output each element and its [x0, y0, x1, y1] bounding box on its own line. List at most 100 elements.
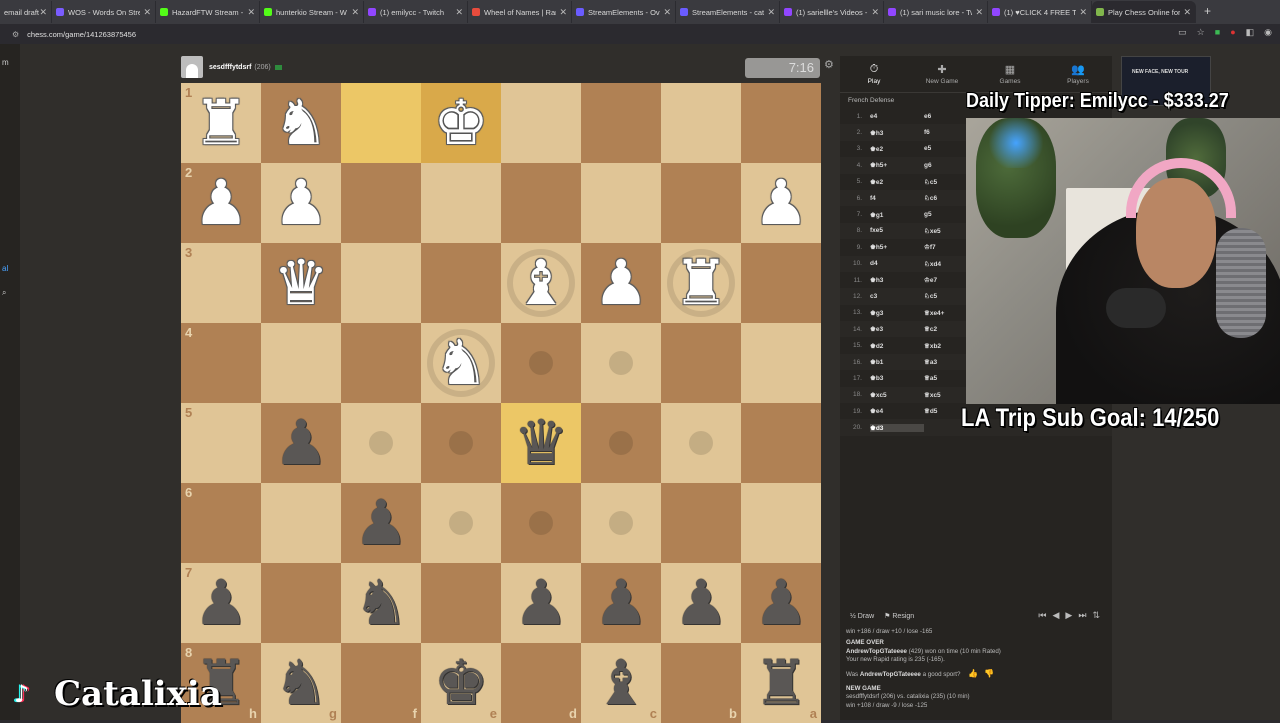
black-pawn-icon[interactable]: ♟	[181, 563, 261, 643]
black-pawn-icon[interactable]: ♟	[581, 563, 661, 643]
browser-tab[interactable]: (1) emilycc - Twitch ✕	[364, 1, 468, 23]
board-square[interactable]	[661, 163, 741, 243]
thumbs-down-icon[interactable]: 👎	[984, 669, 994, 678]
legal-move-dot[interactable]	[609, 431, 633, 455]
board-square[interactable]: d	[501, 643, 581, 723]
extension-icon[interactable]: ■	[1215, 27, 1220, 38]
board-square[interactable]	[661, 323, 741, 403]
close-tab-icon[interactable]: ✕	[351, 7, 359, 18]
opponent-name[interactable]: sesdfffytdsrf	[209, 64, 251, 71]
legal-move-dot[interactable]	[529, 351, 553, 375]
board-square[interactable]	[501, 83, 581, 163]
board-square[interactable]: 4	[181, 323, 261, 403]
board-square[interactable]: ♚	[421, 83, 501, 163]
board-square[interactable]	[741, 323, 821, 403]
board-square[interactable]	[501, 323, 581, 403]
close-tab-icon[interactable]: ✕	[767, 7, 775, 18]
white-queen-icon[interactable]: ♛	[261, 243, 341, 323]
close-tab-icon[interactable]: ✕	[247, 7, 255, 18]
board-square[interactable]: 3	[181, 243, 261, 323]
browser-tab[interactable]: email draft ✕	[0, 1, 52, 23]
black-bishop-icon[interactable]: ♝	[581, 643, 661, 723]
white-move[interactable]: d4	[870, 260, 924, 267]
last-move-icon[interactable]: ⏭	[1078, 610, 1086, 621]
tab-play[interactable]: ⏱ Play	[840, 56, 908, 92]
board-square[interactable]: e ♚	[421, 643, 501, 723]
white-move[interactable]: e4	[870, 113, 924, 120]
tab-games[interactable]: ▦ Games	[976, 56, 1044, 92]
board-square[interactable]: f	[341, 643, 421, 723]
board-square[interactable]: 7 ♟	[181, 563, 261, 643]
cast-icon[interactable]: ▭	[1178, 27, 1187, 38]
board-square[interactable]: ♛	[501, 403, 581, 483]
black-rook-icon[interactable]: ♜	[741, 643, 821, 723]
tab-players[interactable]: 👥 Players	[1044, 56, 1112, 92]
board-square[interactable]	[261, 483, 341, 563]
board-square[interactable]	[341, 243, 421, 323]
board-square[interactable]: ♟	[741, 563, 821, 643]
winner-name[interactable]: AndrewTopGTateeee	[846, 648, 907, 655]
board-square[interactable]	[261, 323, 341, 403]
board-square[interactable]: ♟	[261, 403, 341, 483]
board-square[interactable]: ♟	[581, 243, 661, 323]
board-square[interactable]	[581, 483, 661, 563]
legal-move-dot[interactable]	[369, 431, 393, 455]
close-tab-icon[interactable]: ✕	[455, 7, 463, 18]
browser-tab[interactable]: Play Chess Online for F ✕	[1092, 1, 1196, 23]
board-square[interactable]: ♟	[501, 563, 581, 643]
browser-tab[interactable]: hunterkio Stream - W ✕	[260, 1, 364, 23]
chess-board[interactable]: 1 ♜ ♞ ♚ 2 ♟ ♟ ♟ 3 ♛ ♝ ♟ ♜ 4 ♞ 5 ♟ ♛ 6 ♟ 7 ♟ ♞ ♟ ♟ ♟ ♟ 8 h ♜ g ♞ f e ♚ d c ♝ b a…	[181, 83, 821, 723]
board-square[interactable]: c ♝	[581, 643, 661, 723]
board-square[interactable]	[421, 483, 501, 563]
board-square[interactable]	[581, 403, 661, 483]
new-tab-button[interactable]: +	[1196, 0, 1219, 24]
board-square[interactable]: 1 ♜	[181, 83, 261, 163]
sidebar-logo[interactable]: m	[2, 58, 9, 67]
legal-move-dot[interactable]	[449, 511, 473, 535]
bookmark-star-icon[interactable]: ☆	[1197, 27, 1205, 38]
board-square[interactable]: ♝	[501, 243, 581, 323]
white-move[interactable]: ♚g3	[870, 309, 924, 317]
sport-player[interactable]: AndrewTopGTateeee	[860, 671, 921, 678]
white-move[interactable]: ♚h5+	[870, 161, 924, 169]
white-move[interactable]: ♚h3	[870, 129, 924, 137]
board-square[interactable]: ♟	[661, 563, 741, 643]
tab-new-game[interactable]: ✚ New Game	[908, 56, 976, 92]
close-tab-icon[interactable]: ✕	[663, 7, 671, 18]
resign-button[interactable]: ⚑ Resign	[884, 612, 914, 620]
black-pawn-icon[interactable]: ♟	[661, 563, 741, 643]
board-square[interactable]	[341, 83, 421, 163]
white-move[interactable]: ♚d2	[870, 342, 924, 350]
close-tab-icon[interactable]: ✕	[559, 7, 567, 18]
board-square[interactable]: ♟	[341, 483, 421, 563]
white-knight-icon[interactable]: ♞	[261, 83, 341, 163]
black-pawn-icon[interactable]: ♟	[501, 563, 581, 643]
board-square[interactable]	[501, 483, 581, 563]
white-knight-icon[interactable]: ♞	[421, 323, 501, 403]
board-square[interactable]	[421, 163, 501, 243]
white-pawn-icon[interactable]: ♟	[181, 163, 261, 243]
thumbs-up-icon[interactable]: 👍	[968, 669, 978, 678]
board-square[interactable]: 2 ♟	[181, 163, 261, 243]
board-square[interactable]	[421, 563, 501, 643]
white-move[interactable]: ♚e3	[870, 325, 924, 333]
extension-icon[interactable]: ●	[1230, 27, 1235, 38]
search-icon[interactable]: ⌕	[2, 288, 6, 298]
browser-tab[interactable]: (1) ♥CLICK 4 FREE TH ✕	[988, 1, 1092, 23]
next-move-icon[interactable]: ▶	[1065, 610, 1072, 621]
white-pawn-icon[interactable]: ♟	[581, 243, 661, 323]
white-move[interactable]: ♚b1	[870, 358, 924, 366]
legal-move-dot[interactable]	[609, 351, 633, 375]
prev-move-icon[interactable]: ◀	[1053, 610, 1060, 621]
board-square[interactable]	[581, 163, 661, 243]
address-bar[interactable]: ⚙ chess.com/game/141263875456 ▭ ☆ ■ ● ◧ …	[0, 24, 1280, 44]
board-square[interactable]: ♟	[261, 163, 341, 243]
white-rook-icon[interactable]: ♜	[661, 243, 741, 323]
white-move[interactable]: ♚e2	[870, 145, 924, 153]
browser-tab[interactable]: (1) sari music lore - Tw ✕	[884, 1, 988, 23]
close-tab-icon[interactable]: ✕	[871, 7, 879, 18]
white-move[interactable]: ♚d3	[870, 423, 924, 432]
close-tab-icon[interactable]: ✕	[1183, 7, 1191, 18]
sidebar-link[interactable]: al	[2, 264, 8, 273]
white-move[interactable]: ♚xc5	[870, 391, 924, 399]
